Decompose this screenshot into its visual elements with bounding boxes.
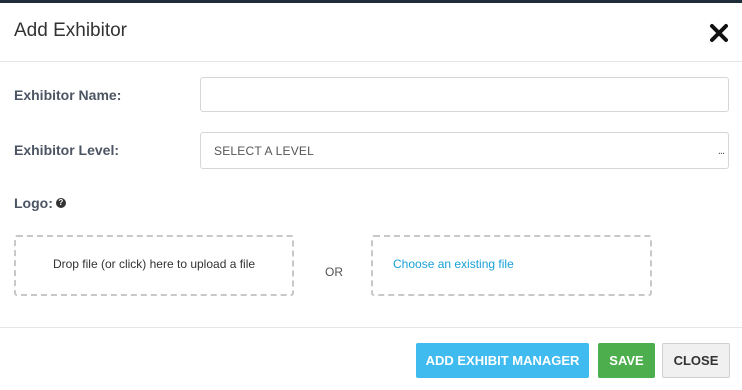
- exhibitor-level-label: Exhibitor Level:: [14, 142, 120, 158]
- logo-label: Logo:: [14, 195, 53, 211]
- close-button[interactable]: CLOSE: [662, 343, 730, 378]
- help-icon[interactable]: ?: [55, 198, 66, 208]
- logo-label-group: Logo: ?: [14, 195, 66, 211]
- exhibitor-level-select[interactable]: SELECT A LEVEL ...: [200, 132, 729, 169]
- ellipsis-icon: ...: [717, 145, 725, 157]
- or-separator: OR: [325, 265, 343, 279]
- exhibitor-name-label: Exhibitor Name:: [14, 87, 122, 103]
- exhibitor-name-input[interactable]: [200, 77, 729, 112]
- upload-dropzone[interactable]: Drop file (or click) here to upload a fi…: [14, 235, 294, 296]
- add-exhibit-manager-button[interactable]: ADD EXHIBIT MANAGER: [416, 343, 589, 378]
- footer-divider: [0, 327, 742, 328]
- save-button[interactable]: SAVE: [598, 343, 655, 378]
- modal-header: Add Exhibitor: [0, 3, 742, 62]
- exhibitor-level-value: SELECT A LEVEL: [214, 144, 314, 158]
- modal-title: Add Exhibitor: [14, 20, 128, 41]
- choose-existing-file-link[interactable]: Choose an existing file: [393, 257, 514, 271]
- close-icon[interactable]: [708, 22, 730, 44]
- add-exhibitor-modal: Add Exhibitor Exhibitor Name: Exhibitor …: [0, 3, 742, 390]
- choose-existing-file-box: Choose an existing file: [371, 235, 652, 296]
- upload-dropzone-text: Drop file (or click) here to upload a fi…: [52, 257, 256, 271]
